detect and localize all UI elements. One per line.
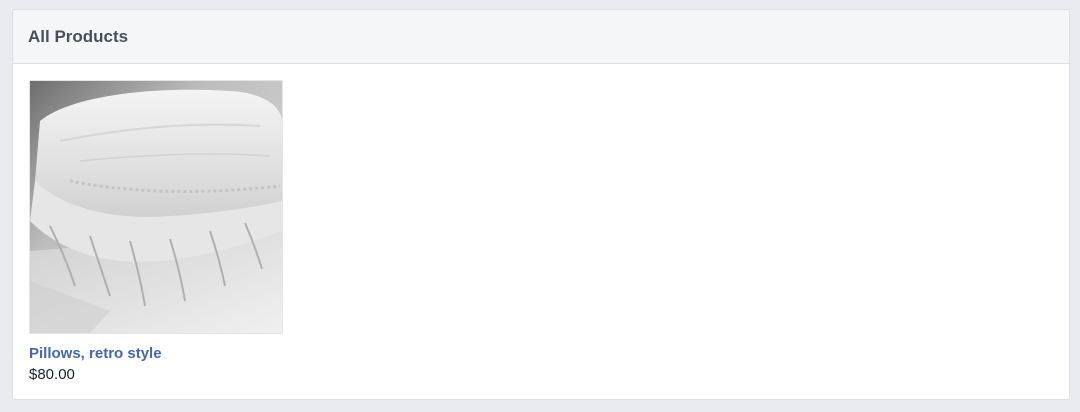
- product-card[interactable]: Pillows, retro style $80.00: [29, 80, 283, 384]
- product-image[interactable]: [29, 80, 283, 334]
- product-name-link[interactable]: Pillows, retro style: [29, 345, 283, 363]
- panel-header: All Products: [13, 10, 1069, 64]
- panel-title: All Products: [28, 26, 129, 46]
- product-price: $80.00: [29, 366, 75, 383]
- products-panel: All Products Pillows, retro style $80.00: [12, 9, 1070, 400]
